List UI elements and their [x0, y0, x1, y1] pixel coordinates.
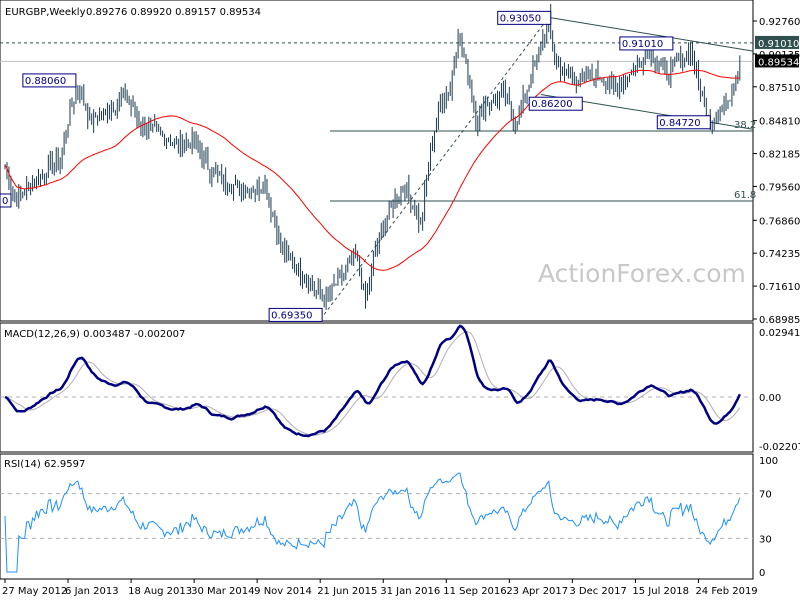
- macd-y-label: 0.029412: [759, 328, 800, 339]
- rsi-y-label: 30: [759, 534, 772, 545]
- y-tick-label: 0.74235: [759, 249, 800, 260]
- x-tick-label: 24 Feb 2019: [695, 586, 757, 597]
- rsi-line: [4, 472, 741, 573]
- macd-line: [4, 324, 741, 438]
- x-tick-label: 11 Sep 2016: [443, 586, 506, 597]
- x-tick-label: 6 Jan 2013: [65, 586, 119, 597]
- current-price-label: 0.89534: [758, 57, 799, 68]
- rsi-title: RSI(14) 62.9597: [4, 459, 85, 470]
- y-tick-label: 0.68985: [759, 315, 800, 326]
- price-label: 0: [2, 196, 8, 207]
- y-tick-label: 0.92760: [759, 17, 800, 28]
- price-label: 0.91010: [622, 39, 663, 50]
- fib-label-61.8: 61.8: [734, 190, 756, 201]
- moving-average-line: [4, 69, 740, 271]
- price-label: 0.86200: [531, 99, 572, 110]
- rsi-pane[interactable]: [0, 453, 754, 580]
- chart-window: EURGBP,Weekly 0.89276 0.89920 0.89157 0.…: [0, 0, 800, 600]
- x-tick-label: 3 Dec 2017: [569, 586, 627, 597]
- y-tick-label: 0.79560: [759, 182, 800, 193]
- macd-title: MACD(12,26,9) 0.003487 -0.002007: [4, 329, 185, 340]
- x-tick-label: 15 Jul 2018: [632, 586, 689, 597]
- x-tick-label: 9 Nov 2014: [254, 586, 312, 597]
- x-tick-label: 31 Jan 2016: [380, 586, 440, 597]
- price-label: 0.93050: [500, 13, 541, 24]
- rsi-y-label: 70: [759, 490, 772, 501]
- x-tick-label: 30 Mar 2014: [191, 586, 254, 597]
- price-label: 0.88060: [25, 76, 66, 87]
- rsi-y-label: 100: [759, 456, 778, 467]
- y-tick-label: 0.71610: [759, 282, 800, 293]
- macd-pane[interactable]: [0, 322, 754, 453]
- rsi-y-label: 0: [759, 568, 765, 579]
- macd-y-label: 0.00: [759, 393, 781, 404]
- chart-canvas: EURGBP,Weekly 0.89276 0.89920 0.89157 0.…: [0, 0, 800, 597]
- chart-header-symbol: EURGBP,Weekly: [5, 7, 86, 18]
- x-tick-label: 23 Apr 2017: [506, 586, 568, 597]
- price-label: 0.84720: [659, 118, 700, 129]
- price-label: 0.69350: [271, 310, 312, 321]
- y-tick-label: 0.84810: [759, 117, 800, 128]
- y-tick-label: 0.87510: [759, 83, 800, 94]
- resistance-price-label: 0.91010: [758, 39, 799, 50]
- chart-header-ohlc: 0.89276 0.89920 0.89157 0.89534: [86, 7, 261, 18]
- macd-y-label: -0.022074: [759, 442, 800, 453]
- macd-signal-line: [4, 331, 741, 436]
- y-tick-label: 0.76860: [759, 216, 800, 227]
- x-tick-label: 18 Aug 2013: [128, 586, 192, 597]
- y-tick-label: 0.82185: [759, 150, 800, 161]
- x-tick-label: 21 Jun 2015: [317, 586, 377, 597]
- x-tick-label: 27 May 2012: [2, 586, 67, 597]
- watermark: ActionForex.com: [538, 259, 746, 288]
